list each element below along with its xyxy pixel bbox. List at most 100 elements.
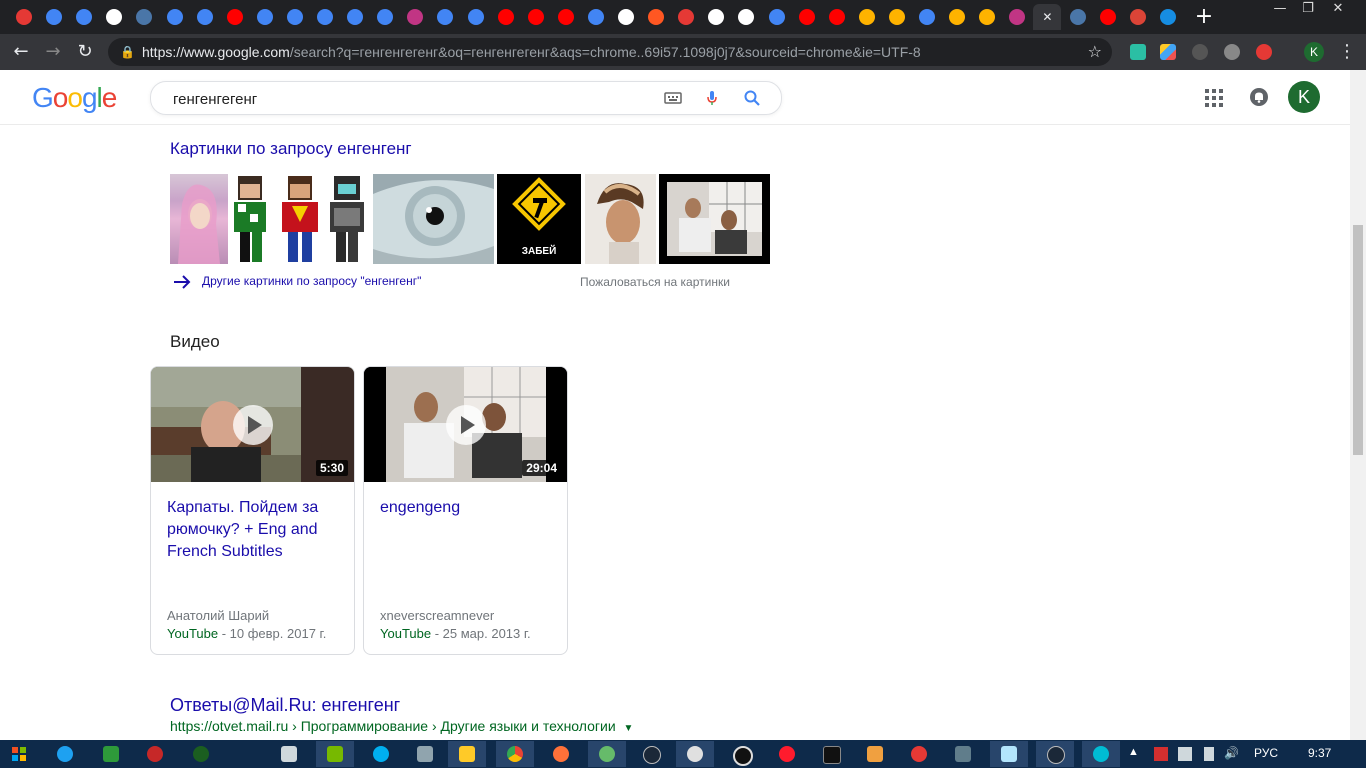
taskbar-wifi-app[interactable]	[900, 741, 938, 767]
extension-cloud-icon[interactable]	[1192, 44, 1208, 60]
tab-google[interactable]	[40, 4, 68, 30]
profile-avatar[interactable]: K	[1304, 42, 1324, 62]
google-apps-icon[interactable]	[1204, 88, 1224, 108]
tab-instagram[interactable]	[401, 4, 429, 30]
extension-lightbulb-icon[interactable]	[1224, 44, 1240, 60]
tab-hd[interactable]	[672, 4, 700, 30]
tray-language[interactable]: РУС	[1254, 746, 1278, 760]
notifications-icon[interactable]	[1249, 87, 1269, 107]
image-thumbnail-pink-hair[interactable]	[170, 174, 228, 264]
tab-google[interactable]	[462, 4, 490, 30]
new-tab-button[interactable]: +	[1190, 6, 1218, 28]
tab-wikipedia[interactable]	[100, 4, 128, 30]
image-thumbnail-warning-sign[interactable]: ЗАБЕЙ	[497, 174, 581, 264]
video-title-link[interactable]: Карпаты. Пойдем за рюмочку? + Eng and Fr…	[167, 497, 342, 563]
tab-youtube[interactable]	[522, 4, 550, 30]
scrollbar-thumb[interactable]	[1353, 225, 1363, 455]
tray-network-off-icon[interactable]	[1154, 747, 1168, 761]
forward-button[interactable]: →	[42, 41, 64, 63]
start-button[interactable]	[0, 741, 38, 767]
tab-vk[interactable]	[130, 4, 158, 30]
video-card-1[interactable]: 5:30 Карпаты. Пойдем за рюмочку? + Eng a…	[150, 366, 355, 655]
tray-display-icon[interactable]	[1178, 747, 1192, 761]
tab-youtube[interactable]	[552, 4, 580, 30]
reload-button[interactable]: ↻	[74, 41, 96, 63]
image-thumbnail-eye[interactable]	[373, 174, 494, 264]
taskbar-opera[interactable]	[768, 741, 806, 767]
taskbar-record[interactable]	[722, 741, 760, 767]
menu-icon[interactable]: ⋮	[1336, 41, 1358, 63]
taskbar-monitor[interactable]	[406, 741, 444, 767]
tab-google[interactable]	[311, 4, 339, 30]
tab-google[interactable]	[161, 4, 189, 30]
tab-vk[interactable]	[1064, 4, 1092, 30]
taskbar-steam-2[interactable]	[1036, 741, 1074, 767]
video-thumbnail-1[interactable]: 5:30	[151, 367, 354, 482]
tab-google[interactable]	[281, 4, 309, 30]
microphone-icon[interactable]	[703, 89, 721, 107]
extension-grammar-icon[interactable]	[1130, 44, 1146, 60]
tray-volume-icon[interactable]: 🔊	[1224, 746, 1239, 760]
play-icon[interactable]	[233, 405, 273, 445]
taskbar-torrent[interactable]	[316, 741, 354, 767]
taskbar-firefox[interactable]	[542, 741, 580, 767]
taskbar-steam[interactable]	[632, 741, 670, 767]
close-icon[interactable]: ✕	[1039, 9, 1055, 25]
tab-google[interactable]	[431, 4, 459, 30]
tray-clock[interactable]: 9:37	[1308, 746, 1331, 760]
tab-s-logo[interactable]	[702, 4, 730, 30]
tab-flame[interactable]	[642, 4, 670, 30]
tab-google[interactable]	[191, 4, 219, 30]
search-input[interactable]	[171, 87, 645, 111]
tab-youtube[interactable]	[492, 4, 520, 30]
tab-youtube[interactable]	[1094, 4, 1122, 30]
result-title-link[interactable]: Ответы@Mail.Ru: енгенгенг	[170, 695, 400, 716]
play-icon[interactable]	[446, 405, 486, 445]
tab-bolt[interactable]	[943, 4, 971, 30]
keyboard-icon[interactable]	[664, 89, 682, 107]
tab-document[interactable]	[612, 4, 640, 30]
video-card-2[interactable]: 29:04 engengeng xneverscreamnever YouTub…	[363, 366, 568, 655]
image-thumbnail-two-guys[interactable]	[659, 174, 770, 264]
tab-bolt[interactable]	[973, 4, 1001, 30]
taskbar-cmd[interactable]	[812, 741, 850, 767]
tab-google[interactable]	[371, 4, 399, 30]
taskbar-rocket[interactable]	[270, 741, 308, 767]
taskbar-skype[interactable]	[362, 741, 400, 767]
taskbar-uplay[interactable]	[182, 741, 220, 767]
taskbar-chrome[interactable]	[496, 741, 534, 767]
tab-close[interactable]: ✕	[1033, 4, 1062, 30]
dropdown-arrow-icon[interactable]: ▼	[624, 723, 634, 734]
extension-pinwheel-icon[interactable]	[1160, 44, 1176, 60]
taskbar-explorer[interactable]	[448, 741, 486, 767]
images-heading-link[interactable]: Картинки по запросу енгенгенг	[170, 139, 412, 159]
taskbar-tool[interactable]	[944, 741, 982, 767]
tab-mail-at[interactable]	[1154, 4, 1182, 30]
taskbar-globe[interactable]	[588, 741, 626, 767]
report-images-link[interactable]: Пожаловаться на картинки	[580, 275, 730, 289]
video-title-link[interactable]: engengeng	[380, 497, 555, 519]
search-icon[interactable]	[743, 89, 761, 107]
tab-google[interactable]	[582, 4, 610, 30]
search-box[interactable]	[150, 81, 782, 115]
extension-compass-icon[interactable]	[1256, 44, 1272, 60]
tray-battery-icon[interactable]	[1204, 747, 1214, 761]
tab-instagram[interactable]	[1003, 4, 1031, 30]
taskbar-paint[interactable]	[676, 741, 714, 767]
page-scrollbar[interactable]	[1350, 70, 1366, 740]
taskbar-store[interactable]	[92, 741, 130, 767]
minimize-button[interactable]: —	[1266, 0, 1294, 18]
taskbar-app-red[interactable]	[136, 741, 174, 767]
back-button[interactable]: ←	[10, 41, 32, 63]
address-bar[interactable]: 🔒 https://www.google.com/search?q=генген…	[108, 38, 1112, 66]
video-thumbnail-2[interactable]: 29:04	[364, 367, 567, 482]
image-thumbnail-guy-hair[interactable]	[585, 174, 656, 264]
restore-button[interactable]: ❐	[1294, 0, 1322, 18]
tab-youtube[interactable]	[221, 4, 249, 30]
tab-google[interactable]	[763, 4, 791, 30]
google-logo[interactable]: Google	[32, 82, 117, 114]
tab-youtube[interactable]	[793, 4, 821, 30]
tab-google[interactable]	[913, 4, 941, 30]
tab-image[interactable]	[732, 4, 760, 30]
tab-google[interactable]	[251, 4, 279, 30]
